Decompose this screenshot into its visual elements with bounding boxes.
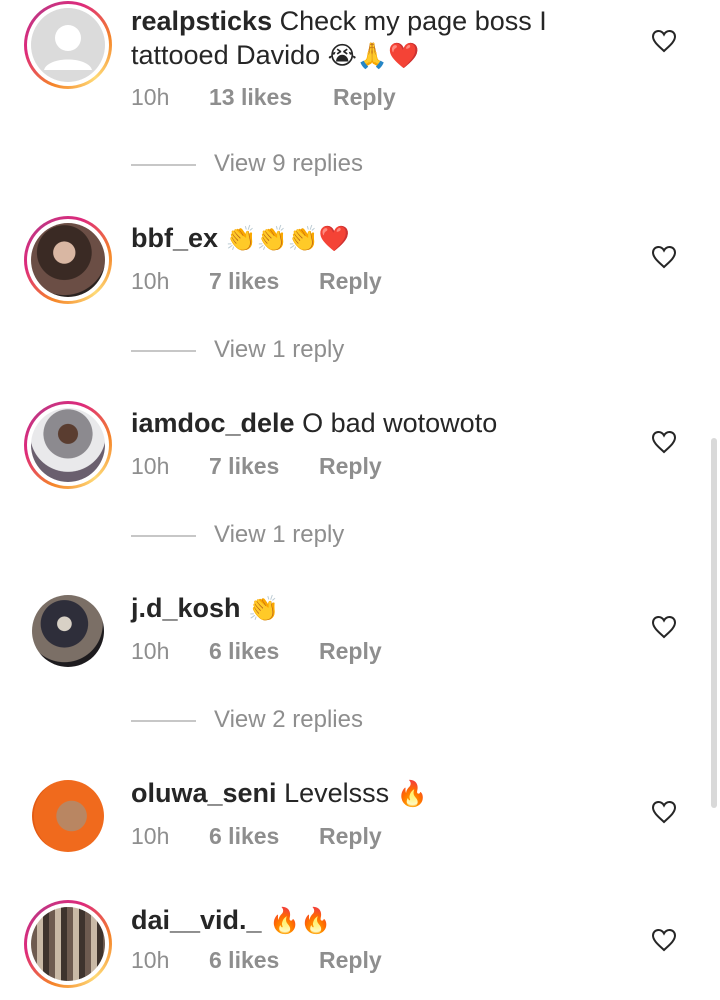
likes-count[interactable]: 7 likes — [209, 268, 279, 295]
timestamp: 10h — [131, 823, 170, 849]
comment-item: dai__vid._ 🔥🔥 10h 6 likes Reply — [0, 870, 720, 1000]
divider — [131, 164, 196, 166]
reply-button[interactable]: Reply — [319, 638, 382, 665]
username[interactable]: bbf_ex — [131, 223, 218, 253]
reply-button[interactable]: Reply — [319, 268, 382, 295]
comment-emojis: 👏👏👏❤️ — [225, 224, 351, 253]
view-replies-label: View 1 reply — [214, 336, 345, 363]
reply-button[interactable]: Reply — [319, 453, 382, 480]
comment-text: O bad wotowoto — [302, 408, 498, 438]
comment-item: j.d_kosh 👏 10h 6 likes Reply View 2 repl… — [0, 555, 720, 733]
reply-button[interactable]: Reply — [319, 823, 382, 850]
view-replies-label: View 1 reply — [214, 521, 345, 548]
heart-outline-icon[interactable] — [651, 430, 677, 454]
likes-count[interactable]: 6 likes — [209, 947, 279, 974]
comment-emojis: 👏 — [248, 594, 280, 623]
username[interactable]: oluwa_seni — [131, 778, 277, 808]
avatar[interactable] — [24, 401, 112, 489]
comment-item: bbf_ex 👏👏👏❤️ 10h 7 likes Reply View 1 re… — [0, 185, 720, 363]
comment-item: realpsticks Check my page boss I tattooe… — [0, 0, 720, 177]
avatar[interactable] — [24, 1, 112, 89]
divider — [131, 720, 196, 722]
reply-button[interactable]: Reply — [333, 84, 396, 111]
reply-button[interactable]: Reply — [319, 947, 382, 974]
likes-count[interactable]: 6 likes — [209, 823, 279, 850]
comment-emojis: 🔥🔥 — [269, 906, 332, 935]
comment-text: Levelsss — [284, 778, 390, 808]
avatar[interactable] — [24, 216, 112, 304]
avatar[interactable] — [24, 900, 112, 988]
timestamp: 10h — [131, 947, 170, 973]
username[interactable]: realpsticks — [131, 6, 272, 36]
scrollbar[interactable] — [711, 438, 717, 808]
username[interactable]: dai__vid._ — [131, 905, 262, 935]
heart-outline-icon[interactable] — [651, 800, 677, 824]
likes-count[interactable]: 13 likes — [209, 84, 292, 111]
view-replies-label: View 2 replies — [214, 706, 363, 733]
username[interactable]: iamdoc_dele — [131, 408, 295, 438]
comment-emojis: 🔥 — [396, 779, 428, 808]
view-replies-label: View 9 replies — [214, 150, 363, 177]
comment-item: iamdoc_dele O bad wotowoto 10h 7 likes R… — [0, 370, 720, 548]
username[interactable]: j.d_kosh — [131, 593, 241, 623]
heart-outline-icon[interactable] — [651, 928, 677, 952]
timestamp: 10h — [131, 453, 170, 479]
timestamp: 10h — [131, 84, 170, 110]
avatar[interactable] — [32, 780, 104, 852]
heart-outline-icon[interactable] — [651, 29, 677, 53]
heart-outline-icon[interactable] — [651, 245, 677, 269]
likes-count[interactable]: 7 likes — [209, 453, 279, 480]
likes-count[interactable]: 6 likes — [209, 638, 279, 665]
comment-emojis: 😭🙏❤️ — [327, 41, 420, 70]
comment-item: oluwa_seni Levelsss 🔥 10h 6 likes Reply — [0, 740, 720, 870]
divider — [131, 350, 196, 352]
timestamp: 10h — [131, 638, 170, 664]
heart-outline-icon[interactable] — [651, 615, 677, 639]
default-avatar-icon — [31, 8, 105, 82]
divider — [131, 535, 196, 537]
timestamp: 10h — [131, 268, 170, 294]
avatar[interactable] — [32, 595, 104, 667]
